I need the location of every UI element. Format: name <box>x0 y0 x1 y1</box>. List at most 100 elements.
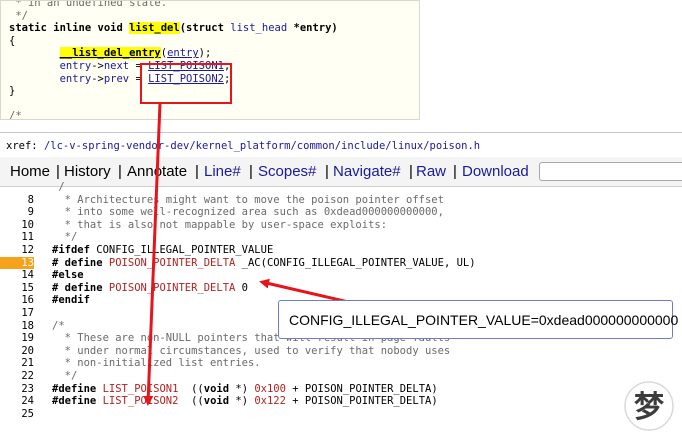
snippet-token: ); <box>198 47 212 60</box>
code-text: * into some well-recognized area such as… <box>52 206 444 219</box>
code-token: #else <box>52 269 84 282</box>
line-number[interactable]: 19 <box>0 332 34 345</box>
snippet-line: { <box>9 35 15 48</box>
snippet-token <box>9 73 60 85</box>
code-text: / <box>52 181 65 194</box>
line-number[interactable]: 9 <box>0 206 34 219</box>
line-number[interactable]: 24 <box>0 395 34 408</box>
toolbar-separator: | <box>249 163 253 180</box>
home-link[interactable]: Home <box>10 163 50 180</box>
snippet-token: { <box>9 34 16 47</box>
code-line: 9 * into some well-recognized area such … <box>0 206 682 219</box>
watermark-glyph: 梦 <box>634 390 664 425</box>
search-input[interactable] <box>539 162 682 181</box>
code-token: # define <box>52 256 103 269</box>
code-token: # define <box>52 281 103 294</box>
line-number[interactable]: 14 <box>0 269 34 282</box>
opengrok-view: xref: /lc-v-spring-vendor-dev/kernel_pla… <box>0 132 682 437</box>
snippet-token <box>9 47 60 59</box>
snippet-token <box>9 60 60 72</box>
snippet-line: static inline void list_del(struct list_… <box>9 22 338 35</box>
snippet-token: entry <box>59 60 92 72</box>
line-number-toggle[interactable]: Line# <box>204 163 241 180</box>
code-text: #ifdef CONFIG_ILLEGAL_POINTER_VALUE <box>52 244 273 257</box>
scopes-toggle[interactable]: Scopes# <box>258 163 316 180</box>
line-number[interactable]: 20 <box>0 345 34 358</box>
snippet-token: next <box>103 60 130 72</box>
line-number[interactable]: 15 <box>0 282 34 295</box>
code-token: #ifdef <box>52 244 90 256</box>
line-number[interactable]: 16 <box>0 294 34 307</box>
code-line: 15 # define POISON_POINTER_DELTA 0 <box>0 282 682 295</box>
macro-link[interactable]: POISON_POINTER_DELTA <box>109 282 235 294</box>
snippet-token: list_head <box>230 22 288 35</box>
code-token: + POISON_POINTER_DELTA) <box>285 395 438 408</box>
annotate-link[interactable]: Annotate <box>127 163 187 180</box>
code-text: * under normal circumstances, used to ve… <box>52 345 451 358</box>
code-text: #else <box>52 269 84 282</box>
code-token: * that is also not mappable by user-spac… <box>52 218 388 231</box>
line-number[interactable]: 17 <box>0 307 34 320</box>
code-line: 8 * Architectures might want to move the… <box>0 194 682 207</box>
toolbar-separator: | <box>409 163 413 180</box>
xref-label: xref: <box>6 140 44 152</box>
code-line: 10 * that is also not mappable by user-s… <box>0 219 682 232</box>
code-text: * non-initialized list entries. <box>52 357 261 370</box>
toolbar-separator: | <box>56 163 60 180</box>
snippet-token: (struct <box>179 22 231 35</box>
snippet-token: *entry) <box>287 22 338 35</box>
code-token: / <box>52 181 65 193</box>
snippet-token[interactable]: entry <box>167 47 199 59</box>
line-number[interactable]: 13 <box>0 256 34 270</box>
code-token: void <box>203 382 230 395</box>
code-text: # define POISON_POINTER_DELTA _AC(CONFIG… <box>52 257 476 270</box>
snippet-token: } <box>9 85 16 98</box>
code-token: * into some well-recognized area such as… <box>52 206 444 219</box>
code-text: */ <box>52 231 78 244</box>
code-text: */ <box>52 370 78 383</box>
code-token: #define <box>52 395 97 408</box>
macro-link[interactable]: POISON_POINTER_DELTA <box>109 257 235 269</box>
code-token: void <box>203 395 230 408</box>
line-number[interactable]: 21 <box>0 357 34 370</box>
snippet-token: * in an undefined state. <box>9 0 168 9</box>
code-token: /* <box>52 319 65 332</box>
snippet-token[interactable]: __list_del_entry <box>59 47 161 60</box>
navigate-toggle[interactable]: Navigate# <box>333 163 401 180</box>
download-link[interactable]: Download <box>462 163 529 180</box>
code-text: #endif <box>52 294 90 307</box>
code-line: 14 #else <box>0 269 682 282</box>
toolbar-separator: | <box>325 163 329 180</box>
code-line: 20 * under normal circumstances, used to… <box>0 345 682 358</box>
line-number[interactable]: 11 <box>0 231 34 244</box>
macro-link[interactable]: LIST_POISON1 <box>103 383 179 395</box>
line-number[interactable]: 8 <box>0 194 34 207</box>
line-number[interactable]: 12 <box>0 244 34 257</box>
xref-path-link[interactable]: /lc-v-spring-vendor-dev/kernel_platform/… <box>44 140 480 152</box>
code-token: (( <box>178 382 204 395</box>
code-text: * Architectures might want to move the p… <box>52 194 444 207</box>
code-text: /* <box>52 320 65 333</box>
line-number[interactable]: 22 <box>0 370 34 383</box>
code-token: *) <box>229 382 255 395</box>
code-token: */ <box>52 231 78 244</box>
line-number[interactable]: 10 <box>0 219 34 232</box>
code-token: _AC(CONFIG_ILLEGAL_POINTER_VALUE, UL) <box>235 256 476 269</box>
snippet-token: static inline void <box>9 22 130 35</box>
code-line: 11 */ <box>0 231 682 244</box>
code-token: * Architectures might want to move the p… <box>52 193 444 206</box>
history-link[interactable]: History <box>64 163 111 180</box>
line-number[interactable]: 23 <box>0 383 34 396</box>
code-line: 25 <box>0 408 682 421</box>
code-line: 23 #define LIST_POISON1 ((void *) 0x100 +… <box>0 383 682 396</box>
code-line: / <box>0 181 682 194</box>
macro-link[interactable]: LIST_POISON2 <box>103 395 179 407</box>
line-number[interactable]: 25 <box>0 408 34 421</box>
raw-link[interactable]: Raw <box>416 163 446 180</box>
toolbar-separator: | <box>195 163 199 180</box>
code-token: 0 <box>235 281 248 294</box>
code-token: #endif <box>52 294 90 307</box>
line-number[interactable]: 18 <box>0 320 34 333</box>
code-token: 0x100 <box>254 382 286 395</box>
snippet-line: __list_del_entry(entry); <box>9 47 211 60</box>
